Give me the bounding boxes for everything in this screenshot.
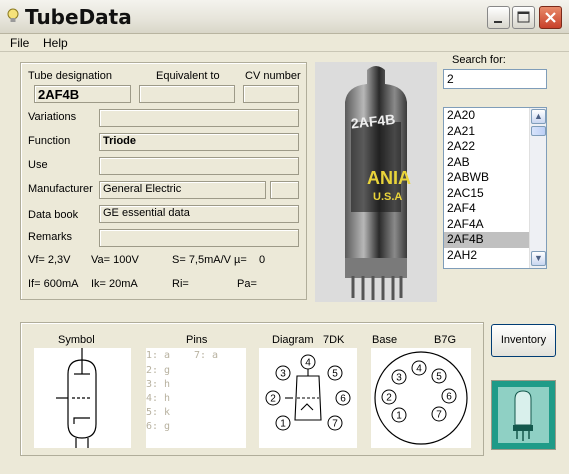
results-listbox[interactable]: 2A20 2A21 2A22 2AB 2ABWB 2AC15 2AF4 2AF4… [443, 107, 547, 269]
diagram-pin-label: 1 [280, 419, 286, 430]
close-button[interactable] [539, 6, 562, 29]
base-code: B7G [434, 334, 457, 346]
data-book-field[interactable]: GE essential data [99, 205, 299, 223]
diagram-pin-label: 3 [280, 369, 286, 380]
diagram-pin-label: 7 [332, 419, 338, 430]
triode-symbol-icon [56, 348, 97, 448]
param-if: If= 600mA [28, 278, 79, 290]
list-item[interactable]: 2AC15 [444, 186, 529, 202]
pin-entry: 2: g [146, 365, 171, 376]
remarks-field[interactable] [99, 229, 299, 247]
manufacturer-extra-field[interactable] [270, 181, 299, 199]
use-field[interactable] [99, 157, 299, 175]
inventory-button[interactable]: Inventory [491, 324, 556, 357]
param-mu-value: 0 [259, 254, 266, 266]
param-mu: µ= [234, 254, 247, 266]
close-icon [545, 12, 556, 23]
manufacturer-label: Manufacturer [28, 183, 93, 195]
diagram-pin-label: 5 [332, 369, 338, 380]
base-diagram: 1 2 3 4 5 6 7 [371, 348, 471, 448]
param-ik: Ik= 20mA [91, 278, 138, 290]
app-logo [491, 380, 556, 450]
function-field[interactable]: Triode [99, 133, 299, 151]
menu-file[interactable]: File [10, 36, 29, 50]
tube-designation-label: Tube designation [28, 70, 112, 82]
list-item-selected[interactable]: 2AF4B [444, 232, 529, 248]
data-book-label: Data book [28, 209, 79, 221]
remarks-label: Remarks [28, 231, 73, 243]
base-pin-label: 6 [446, 392, 452, 403]
diagram-pin-label: 4 [305, 358, 311, 369]
list-item[interactable]: 2AH2 [444, 248, 529, 264]
tube-logo-icon [492, 381, 555, 449]
minimize-icon [494, 21, 502, 23]
pin-entry: 3: h [146, 379, 171, 390]
tube-photo: 2AF4B ANIA U.S.A [315, 62, 437, 302]
pin-entry: 5: k [146, 407, 171, 418]
base-pin-label: 2 [386, 393, 392, 404]
pin-entry: 6: g [146, 421, 171, 432]
results-scrollbar[interactable]: ▲ ▼ [529, 108, 546, 268]
title-bar: TubeData [0, 0, 569, 34]
param-s: S= 7,5mA/V [172, 254, 232, 266]
base-title: Base [372, 334, 398, 346]
search-input[interactable]: 2 [443, 69, 547, 89]
list-item[interactable]: 2AF4A [444, 217, 529, 233]
diagram-pin-label: 6 [340, 394, 346, 405]
list-item[interactable]: 2AB [444, 155, 529, 171]
tube-print-origin: U.S.A [373, 191, 402, 203]
function-label: Function [28, 135, 71, 147]
manufacturer-field[interactable]: General Electric [99, 181, 266, 199]
pin-entry: 4: h [146, 393, 171, 404]
param-ri: Ri= [172, 278, 189, 290]
list-item[interactable]: 2AF4 [444, 201, 529, 217]
base-pin-label: 1 [396, 411, 402, 422]
menu-bar: File Help [0, 34, 569, 52]
search-label: Search for: [452, 54, 506, 66]
pin-entry: 7: a [194, 350, 219, 361]
menu-help[interactable]: Help [43, 36, 68, 50]
lightbulb-icon [7, 8, 19, 22]
tube-symbol [34, 348, 131, 448]
variations-label: Variations [28, 111, 77, 123]
symbol-title: Symbol [58, 334, 95, 346]
base-pin-label: 7 [436, 410, 442, 421]
list-item[interactable]: 2ABWB [444, 170, 529, 186]
pins-title: Pins [186, 334, 208, 346]
minimize-button[interactable] [487, 6, 510, 29]
base-pin-label: 3 [396, 373, 402, 384]
maximize-button[interactable] [512, 6, 535, 29]
list-item[interactable]: 2A20 [444, 108, 529, 124]
pins-list: 1: a 7: a 2: g 3: h 4: h 5: k 6: g [146, 348, 246, 448]
cv-number-label: CV number [245, 70, 301, 82]
base-diagram-icon: 1 2 3 4 5 6 7 [374, 351, 468, 445]
use-label: Use [28, 159, 48, 171]
cv-number-field[interactable] [243, 85, 299, 103]
tube-designation-field[interactable]: 2AF4B [34, 85, 131, 103]
scroll-down-icon[interactable]: ▼ [531, 251, 546, 266]
list-item[interactable]: 2A21 [444, 124, 529, 140]
maximize-icon [517, 11, 530, 23]
pin-diagram: 1 2 3 4 5 6 7 [259, 348, 357, 448]
diagram-code: 7DK [323, 334, 345, 346]
param-pa: Pa= [237, 278, 257, 290]
pin-entry: 1: a [146, 350, 171, 361]
scroll-up-icon[interactable]: ▲ [531, 109, 546, 124]
base-pin-label: 5 [436, 372, 442, 383]
window-title: TubeData [25, 5, 132, 29]
variations-field[interactable] [99, 109, 299, 127]
base-pin-label: 4 [416, 364, 422, 375]
param-va: Va= 100V [91, 254, 139, 266]
list-item[interactable]: 2A22 [444, 139, 529, 155]
equivalent-field[interactable] [139, 85, 235, 103]
pin-diagram-icon: 1 2 3 4 5 6 7 [265, 354, 351, 431]
tube-print-brand: ANIA [367, 168, 411, 188]
scroll-thumb[interactable] [531, 126, 546, 136]
diagram-title: Diagram [272, 334, 314, 346]
equivalent-label: Equivalent to [156, 70, 220, 82]
param-vf: Vf= 2,3V [28, 254, 71, 266]
diagram-pin-label: 2 [270, 394, 276, 405]
